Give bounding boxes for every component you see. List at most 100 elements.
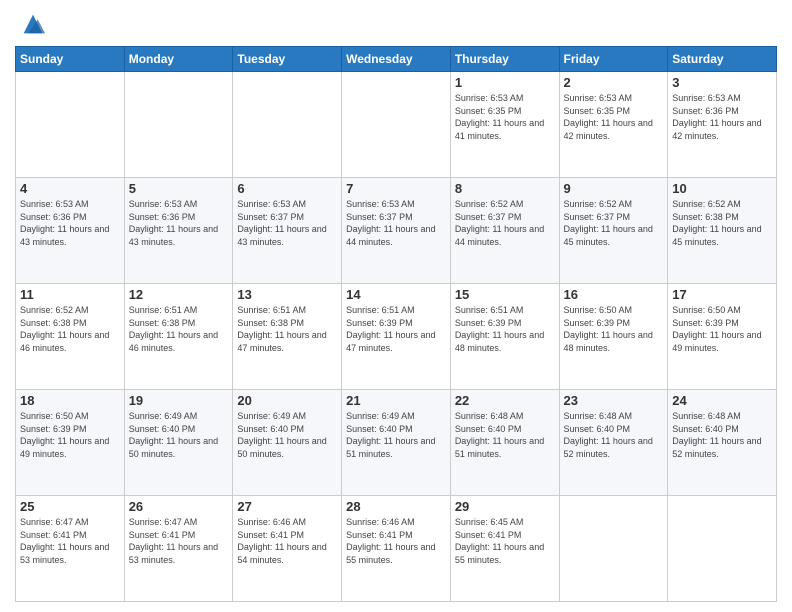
calendar-cell: 3 Sunrise: 6:53 AMSunset: 6:36 PMDaylight…: [668, 72, 777, 178]
day-info: Sunrise: 6:51 AMSunset: 6:39 PMDaylight:…: [455, 304, 555, 354]
day-number: 27: [237, 499, 337, 514]
calendar-cell: 27 Sunrise: 6:46 AMSunset: 6:41 PMDayligh…: [233, 496, 342, 602]
day-number: 14: [346, 287, 446, 302]
calendar-cell: 9 Sunrise: 6:52 AMSunset: 6:37 PMDaylight…: [559, 178, 668, 284]
calendar-cell: 13Sunrise: 6:51 AMSunset: 6:38 PMDayligh…: [233, 284, 342, 390]
day-info: Sunrise: 6:53 AMSunset: 6:37 PMDaylight:…: [237, 198, 337, 248]
day-info: Sunrise: 6:51 AMSunset: 6:39 PMDaylight:…: [346, 304, 446, 354]
day-number: 3: [672, 75, 772, 90]
day-info: Sunrise: 6:46 AMSunset: 6:41 PMDaylight:…: [237, 516, 337, 566]
day-info: Sunrise: 6:49 AMSunset: 6:40 PMDaylight:…: [129, 410, 229, 460]
day-info: Sunrise: 6:53 AMSunset: 6:35 PMDaylight:…: [564, 92, 664, 142]
calendar-cell: 14 Sunrise: 6:51 AMSunset: 6:39 PMDayligh…: [342, 284, 451, 390]
weekday-header: Saturday: [668, 47, 777, 72]
calendar-cell: 8 Sunrise: 6:52 AMSunset: 6:37 PMDaylight…: [450, 178, 559, 284]
day-info: Sunrise: 6:52 AMSunset: 6:38 PMDaylight:…: [672, 198, 772, 248]
day-number: 29: [455, 499, 555, 514]
calendar-cell: 22Sunrise: 6:48 AMSunset: 6:40 PMDayligh…: [450, 390, 559, 496]
calendar-header-row: SundayMondayTuesdayWednesdayThursdayFrid…: [16, 47, 777, 72]
day-info: Sunrise: 6:53 AMSunset: 6:37 PMDaylight:…: [346, 198, 446, 248]
calendar-cell: 18Sunrise: 6:50 AMSunset: 6:39 PMDayligh…: [16, 390, 125, 496]
logo: [15, 10, 47, 38]
day-info: Sunrise: 6:48 AMSunset: 6:40 PMDaylight:…: [564, 410, 664, 460]
day-info: Sunrise: 6:49 AMSunset: 6:40 PMDaylight:…: [346, 410, 446, 460]
day-number: 13: [237, 287, 337, 302]
calendar-cell: 25 Sunrise: 6:47 AMSunset: 6:41 PMDayligh…: [16, 496, 125, 602]
calendar-cell: 5 Sunrise: 6:53 AMSunset: 6:36 PMDaylight…: [124, 178, 233, 284]
calendar-cell: 23 Sunrise: 6:48 AMSunset: 6:40 PMDayligh…: [559, 390, 668, 496]
day-number: 28: [346, 499, 446, 514]
calendar-cell: 7 Sunrise: 6:53 AMSunset: 6:37 PMDaylight…: [342, 178, 451, 284]
weekday-header: Sunday: [16, 47, 125, 72]
day-number: 23: [564, 393, 664, 408]
day-number: 4: [20, 181, 120, 196]
weekday-header: Wednesday: [342, 47, 451, 72]
day-number: 21: [346, 393, 446, 408]
day-number: 20: [237, 393, 337, 408]
day-number: 25: [20, 499, 120, 514]
calendar-cell: [559, 496, 668, 602]
day-info: Sunrise: 6:53 AMSunset: 6:36 PMDaylight:…: [672, 92, 772, 142]
calendar-cell: 11 Sunrise: 6:52 AMSunset: 6:38 PMDayligh…: [16, 284, 125, 390]
day-number: 2: [564, 75, 664, 90]
calendar-table: SundayMondayTuesdayWednesdayThursdayFrid…: [15, 46, 777, 602]
calendar-cell: [233, 72, 342, 178]
calendar-week-row: 25 Sunrise: 6:47 AMSunset: 6:41 PMDayligh…: [16, 496, 777, 602]
calendar-cell: 16Sunrise: 6:50 AMSunset: 6:39 PMDayligh…: [559, 284, 668, 390]
calendar-cell: 28 Sunrise: 6:46 AMSunset: 6:41 PMDayligh…: [342, 496, 451, 602]
calendar-cell: 17 Sunrise: 6:50 AMSunset: 6:39 PMDayligh…: [668, 284, 777, 390]
day-number: 22: [455, 393, 555, 408]
calendar-week-row: 4 Sunrise: 6:53 AMSunset: 6:36 PMDaylight…: [16, 178, 777, 284]
calendar-week-row: 11 Sunrise: 6:52 AMSunset: 6:38 PMDayligh…: [16, 284, 777, 390]
day-info: Sunrise: 6:52 AMSunset: 6:37 PMDaylight:…: [564, 198, 664, 248]
day-number: 1: [455, 75, 555, 90]
day-info: Sunrise: 6:52 AMSunset: 6:38 PMDaylight:…: [20, 304, 120, 354]
header: [15, 10, 777, 38]
calendar-cell: 20 Sunrise: 6:49 AMSunset: 6:40 PMDayligh…: [233, 390, 342, 496]
day-info: Sunrise: 6:50 AMSunset: 6:39 PMDaylight:…: [672, 304, 772, 354]
calendar-cell: 21 Sunrise: 6:49 AMSunset: 6:40 PMDayligh…: [342, 390, 451, 496]
day-info: Sunrise: 6:53 AMSunset: 6:36 PMDaylight:…: [20, 198, 120, 248]
day-number: 6: [237, 181, 337, 196]
day-number: 15: [455, 287, 555, 302]
page: SundayMondayTuesdayWednesdayThursdayFrid…: [0, 0, 792, 612]
day-number: 12: [129, 287, 229, 302]
weekday-header: Monday: [124, 47, 233, 72]
calendar-cell: 12Sunrise: 6:51 AMSunset: 6:38 PMDayligh…: [124, 284, 233, 390]
day-number: 18: [20, 393, 120, 408]
day-number: 17: [672, 287, 772, 302]
day-number: 24: [672, 393, 772, 408]
day-number: 9: [564, 181, 664, 196]
logo-icon: [19, 10, 47, 38]
calendar-week-row: 1 Sunrise: 6:53 AMSunset: 6:35 PMDaylight…: [16, 72, 777, 178]
day-number: 11: [20, 287, 120, 302]
calendar-cell: [124, 72, 233, 178]
day-number: 26: [129, 499, 229, 514]
day-number: 5: [129, 181, 229, 196]
calendar-cell: 19 Sunrise: 6:49 AMSunset: 6:40 PMDayligh…: [124, 390, 233, 496]
calendar-cell: 4 Sunrise: 6:53 AMSunset: 6:36 PMDaylight…: [16, 178, 125, 284]
day-number: 8: [455, 181, 555, 196]
day-number: 7: [346, 181, 446, 196]
calendar-cell: 26Sunrise: 6:47 AMSunset: 6:41 PMDayligh…: [124, 496, 233, 602]
day-info: Sunrise: 6:47 AMSunset: 6:41 PMDaylight:…: [20, 516, 120, 566]
calendar-cell: 6 Sunrise: 6:53 AMSunset: 6:37 PMDaylight…: [233, 178, 342, 284]
calendar-cell: 29 Sunrise: 6:45 AMSunset: 6:41 PMDayligh…: [450, 496, 559, 602]
weekday-header: Tuesday: [233, 47, 342, 72]
day-info: Sunrise: 6:48 AMSunset: 6:40 PMDaylight:…: [672, 410, 772, 460]
day-number: 10: [672, 181, 772, 196]
day-info: Sunrise: 6:53 AMSunset: 6:36 PMDaylight:…: [129, 198, 229, 248]
weekday-header: Friday: [559, 47, 668, 72]
calendar-cell: 1Sunrise: 6:53 AMSunset: 6:35 PMDaylight…: [450, 72, 559, 178]
calendar-cell: 24 Sunrise: 6:48 AMSunset: 6:40 PMDayligh…: [668, 390, 777, 496]
day-info: Sunrise: 6:50 AMSunset: 6:39 PMDaylight:…: [564, 304, 664, 354]
calendar-cell: 10 Sunrise: 6:52 AMSunset: 6:38 PMDayligh…: [668, 178, 777, 284]
day-info: Sunrise: 6:45 AMSunset: 6:41 PMDaylight:…: [455, 516, 555, 566]
day-info: Sunrise: 6:46 AMSunset: 6:41 PMDaylight:…: [346, 516, 446, 566]
day-info: Sunrise: 6:52 AMSunset: 6:37 PMDaylight:…: [455, 198, 555, 248]
calendar-cell: [16, 72, 125, 178]
calendar-cell: [342, 72, 451, 178]
calendar-cell: 2 Sunrise: 6:53 AMSunset: 6:35 PMDaylight…: [559, 72, 668, 178]
day-info: Sunrise: 6:49 AMSunset: 6:40 PMDaylight:…: [237, 410, 337, 460]
day-number: 19: [129, 393, 229, 408]
